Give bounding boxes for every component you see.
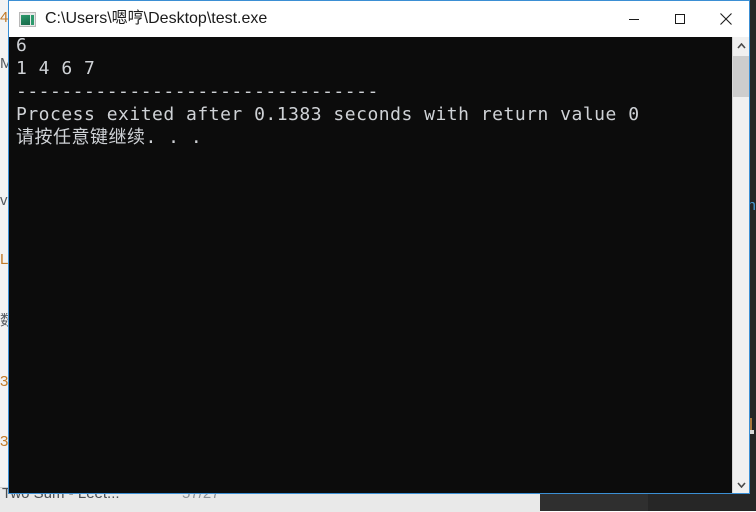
background-glyph: v	[0, 193, 8, 208]
scrollbar-up-button[interactable]	[733, 37, 749, 54]
minimize-icon	[629, 19, 639, 20]
scrollbar-thumb[interactable]	[733, 56, 749, 97]
chevron-down-icon	[736, 481, 746, 488]
window-controls[interactable]	[611, 1, 749, 37]
maximize-icon	[675, 14, 685, 24]
console-window[interactable]: C:\Users\嗯哼\Desktop\test.exe 6 1 4 6 7 -…	[8, 0, 750, 494]
close-icon	[720, 13, 732, 25]
scrollbar-down-button[interactable]	[733, 476, 749, 493]
minimize-button[interactable]	[611, 1, 657, 37]
console-app-icon	[19, 11, 36, 27]
console-output-text: 6 1 4 6 7 ------------------------------…	[16, 37, 640, 148]
close-button[interactable]	[703, 1, 749, 37]
console-output-area[interactable]: 6 1 4 6 7 ------------------------------…	[9, 37, 749, 493]
window-title: C:\Users\嗯哼\Desktop\test.exe	[45, 10, 268, 27]
maximize-button[interactable]	[657, 1, 703, 37]
console-scrollbar[interactable]	[732, 37, 749, 493]
scrollbar-track[interactable]	[733, 54, 749, 476]
window-titlebar[interactable]: C:\Users\嗯哼\Desktop\test.exe	[9, 1, 749, 37]
chevron-up-icon	[736, 42, 746, 49]
